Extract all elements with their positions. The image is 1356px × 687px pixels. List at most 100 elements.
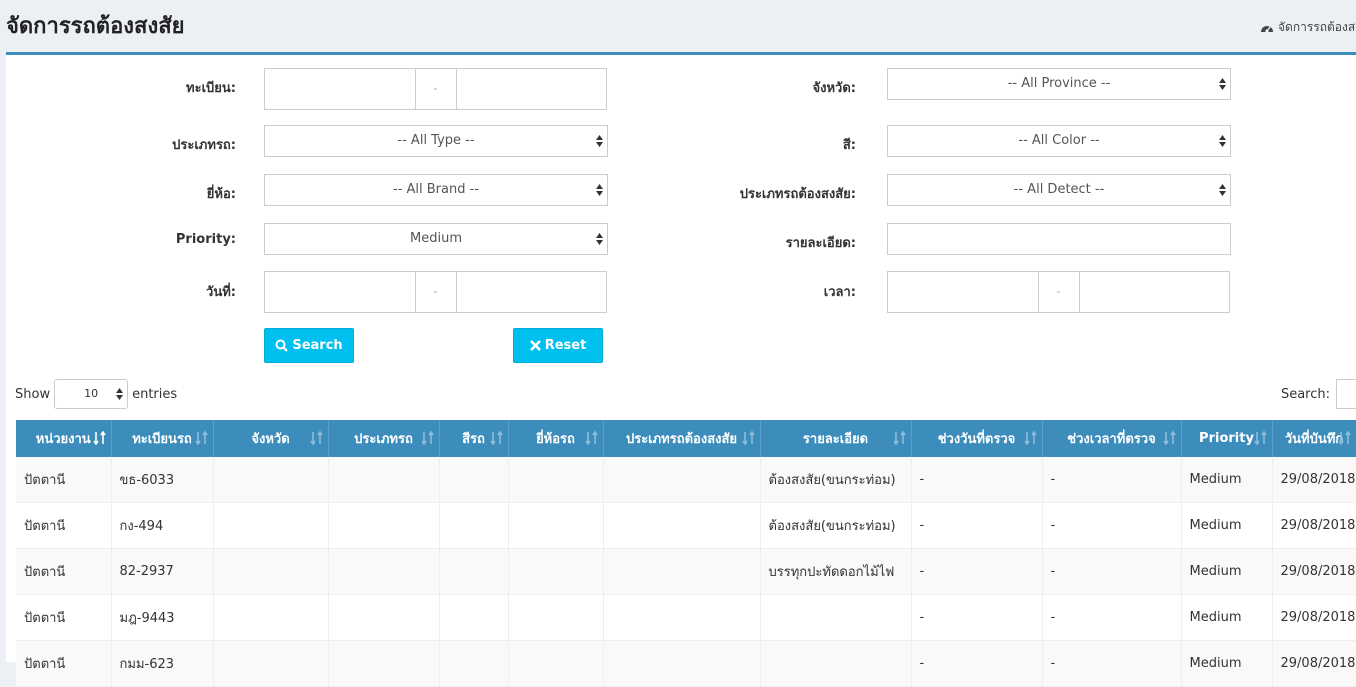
dashboard-icon (1261, 25, 1273, 32)
plate-prefix-input[interactable] (265, 69, 415, 109)
table-cell (508, 502, 604, 549)
page-length-select[interactable]: 10 (54, 379, 129, 409)
table-cell: กมม-623 (111, 640, 214, 687)
time-from-input[interactable] (888, 272, 1038, 312)
table-cell: 29/08/2018 (1272, 640, 1356, 687)
sort-icon (584, 431, 598, 445)
table-cell: ปัตตานี (16, 457, 112, 503)
province-select[interactable]: -- All Province -- (887, 68, 1231, 100)
column-header-label: ช่วงเวลาที่ตรวจ (1067, 432, 1156, 447)
time-range-group: - (887, 271, 1230, 313)
table-row[interactable]: ปัตตานี ขธ-6033 ต้องสงสัย(ขนกระท่อม) - - Medi… (16, 457, 1356, 503)
table-cell (603, 640, 761, 687)
column-header[interactable]: Priority (1181, 420, 1273, 457)
table-row[interactable]: ปัตตานี มฎ-9443- - Medium 29/08/2018 (16, 594, 1356, 641)
sort-icon (1253, 431, 1267, 445)
table-search-label: Search: (1280, 386, 1330, 402)
column-header[interactable]: ช่วงเวลาที่ตรวจ (1042, 420, 1182, 457)
type-select-value: -- All Type -- (397, 133, 475, 148)
plate-input-group: - (264, 68, 607, 110)
entries-label: entries (132, 386, 178, 402)
detect-label: ประเภทรถต้องสงสัย: (739, 187, 856, 202)
color-select[interactable]: -- All Color -- (887, 125, 1231, 157)
select-caret-icon (1219, 78, 1226, 90)
page-header: จัดการรถต้องสงสัย จัดการรถต้องสงสัย (0, 0, 1356, 52)
table-cell (439, 594, 509, 641)
plate-number-input[interactable] (457, 69, 607, 109)
select-caret-icon (596, 184, 603, 196)
table-cell: Medium (1181, 457, 1273, 503)
table-cell: บรรทุกปะทัดดอกไม้ไฟ (760, 548, 912, 595)
table-cell: Medium (1181, 502, 1273, 549)
column-header[interactable]: ประเภทรถต้องสงสัย (603, 420, 761, 457)
table-cell (328, 502, 440, 549)
column-header[interactable]: สีรถ (439, 420, 509, 457)
table-cell (213, 502, 329, 549)
select-caret-icon (116, 388, 124, 400)
table-cell (603, 594, 761, 641)
table-cell (328, 640, 440, 687)
column-header-label: Priority (1199, 431, 1254, 446)
column-header[interactable]: ประเภทรถ (328, 420, 440, 457)
table-body: ปัตตานี ขธ-6033 ต้องสงสัย(ขนกระท่อม) - - Medi… (16, 457, 1356, 687)
time-to-input[interactable] (1080, 272, 1230, 312)
column-header-label: ยี่ห้อรถ (536, 432, 575, 447)
table-cell: - (911, 640, 1043, 687)
brand-select[interactable]: -- All Brand -- (264, 174, 608, 206)
column-header-label: สีรถ (462, 432, 485, 447)
breadcrumb[interactable]: จัดการรถต้องสงสัย (1260, 18, 1356, 37)
sort-icon (741, 431, 755, 445)
column-header[interactable]: วันที่บันทึก (1272, 420, 1356, 457)
table-row[interactable]: ปัตตานี 82-2937 บรรทุกปะทัดดอกไม้ไฟ - - Mediu… (16, 548, 1356, 595)
detail-input[interactable] (887, 223, 1231, 255)
date-from-input[interactable] (265, 272, 415, 312)
table-cell (508, 594, 604, 641)
table-cell: - (1042, 457, 1182, 503)
sort-icon (892, 431, 906, 445)
table-cell (760, 640, 912, 687)
column-header[interactable]: รายละเอียด (760, 420, 912, 457)
table-cell (439, 502, 509, 549)
table-cell (603, 502, 761, 549)
table-cell: - (1042, 640, 1182, 687)
date-separator: - (414, 272, 457, 312)
detect-select[interactable]: -- All Detect -- (887, 174, 1231, 206)
table-cell: - (911, 502, 1043, 549)
column-header[interactable]: ช่วงวันที่ตรวจ (911, 420, 1043, 457)
province-label: จังหวัด: (812, 81, 856, 96)
table-row[interactable]: ปัตตานี กง-494 ต้องสงสัย(ขนกระท่อม) - - Mediu… (16, 502, 1356, 549)
time-separator: - (1037, 272, 1080, 312)
column-header[interactable]: หน่วยงาน (16, 420, 112, 457)
column-header[interactable]: ยี่ห้อรถ (508, 420, 604, 457)
table-header-row: หน่วยงาน ทะเบียนรถ จังหวัด ประเภทรถ สีรถ ยี่ห… (16, 420, 1356, 457)
table-search-input[interactable] (1336, 379, 1356, 409)
column-header[interactable]: ทะเบียนรถ (111, 420, 214, 457)
column-header-label: ช่วงวันที่ตรวจ (937, 432, 1016, 447)
type-label: ประเภทรถ: (172, 138, 236, 153)
detect-select-value: -- All Detect -- (1013, 182, 1105, 197)
type-select[interactable]: -- All Type -- (264, 125, 608, 157)
column-header[interactable]: จังหวัด (213, 420, 329, 457)
priority-select-value: Medium (410, 231, 462, 246)
select-caret-icon (1219, 135, 1226, 147)
table-cell: - (911, 548, 1043, 595)
table-cell: Medium (1181, 548, 1273, 595)
table-cell (439, 548, 509, 595)
plate-separator: - (414, 69, 457, 109)
priority-select[interactable]: Medium (264, 223, 608, 255)
table-row[interactable]: ปัตตานี กมม-623- - Medium 29/08/2018 (16, 640, 1356, 687)
date-to-input[interactable] (457, 272, 607, 312)
search-button[interactable]: Search (264, 328, 354, 363)
color-select-value: -- All Color -- (1018, 133, 1100, 148)
sort-ascending-icon (92, 431, 106, 445)
color-label: สี: (842, 138, 856, 153)
suspect-vehicles-table: หน่วยงาน ทะเบียนรถ จังหวัด ประเภทรถ สีรถ ยี่ห… (16, 420, 1356, 687)
table-cell: ต้องสงสัย(ขนกระท่อม) (760, 457, 912, 503)
table-cell (328, 457, 440, 503)
table-cell: - (1042, 502, 1182, 549)
date-range-group: - (264, 271, 607, 313)
search-button-label: Search (292, 338, 343, 353)
table-cell: - (1042, 548, 1182, 595)
reset-button[interactable]: Reset (513, 328, 603, 363)
table-cell: มฎ-9443 (111, 594, 214, 641)
